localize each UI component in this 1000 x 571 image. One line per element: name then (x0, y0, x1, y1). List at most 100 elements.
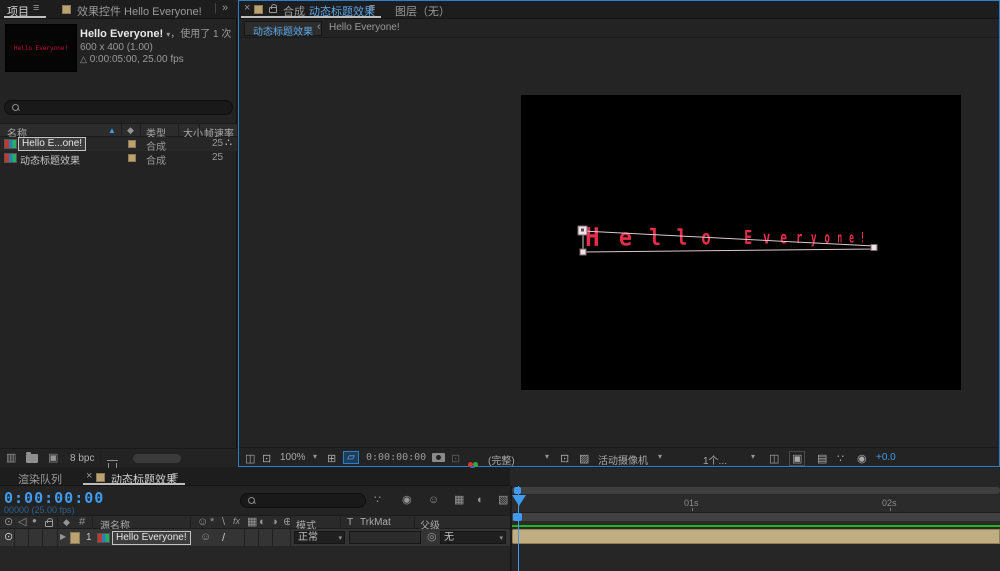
view-layout-value[interactable]: 1个... (703, 452, 727, 467)
viewer-back-icon[interactable]: ‹ (317, 22, 321, 33)
dependencies-icon: ∴ (225, 137, 232, 149)
layer-label-chip[interactable] (70, 532, 80, 544)
ruler-label-2s: 02s (882, 498, 897, 508)
active-camera-value[interactable]: 活动摄像机 (598, 452, 648, 467)
composition-mini-flowchart-icon[interactable]: ∵ (374, 495, 381, 506)
layer-shy-toggle-icon[interactable]: ☺ (200, 532, 211, 543)
quality-switch-icon: \ (222, 516, 226, 528)
composition-thumbnail[interactable]: Hello Everyone! (5, 24, 77, 72)
frame-blend-switch-icon: ▦ (247, 516, 258, 528)
transparency-grid-icon[interactable]: ▨ (579, 452, 589, 465)
viewer-tab-active[interactable]: 动态标题效果 (244, 21, 322, 38)
tab-effect-controls[interactable]: 效果控件 Hello Everyone! (77, 3, 202, 19)
magnification-dropdown-icon[interactable]: ▾ (313, 453, 317, 461)
frame-counter: 00000 (25.00 fps) (4, 505, 75, 515)
label-column-icon[interactable]: ◆ (127, 126, 134, 135)
camera-dropdown-icon[interactable]: ▾ (658, 453, 662, 461)
comp-delta-icon: △ (80, 54, 87, 64)
layer-video-icon[interactable]: ⊙ (4, 532, 13, 543)
time-navigator[interactable] (512, 487, 1000, 494)
motion-blur-switch-icon: ◐ (259, 516, 266, 528)
col-trkmat[interactable]: TrkMat (360, 517, 391, 528)
close-tab-icon[interactable]: × (244, 3, 250, 14)
layer-expand-icon[interactable]: ▶ (60, 533, 66, 541)
timeline-search[interactable] (240, 493, 366, 508)
main-viewer-icon[interactable]: ⊡ (262, 452, 271, 465)
composition-viewport[interactable]: Hello Everyone! (521, 95, 961, 390)
fast-previews-icon[interactable]: ▣ (789, 451, 806, 466)
parent-dropdown[interactable]: 无 ▾ (440, 531, 506, 544)
layer-duration-bar[interactable] (512, 529, 1000, 544)
sort-asc-icon[interactable]: ▲ (108, 126, 116, 135)
region-of-interest-icon[interactable]: ⊡ (560, 452, 569, 465)
work-area-bar[interactable] (512, 513, 1000, 521)
viewer-tab-row: 动态标题效果 ‹ Hello Everyone! (239, 19, 999, 38)
graph-editor-icon[interactable]: ▧ (498, 495, 508, 506)
panel-group-chip (254, 5, 263, 14)
layer-quality-icon[interactable]: / (222, 532, 225, 544)
composition-panel: × 合成 动态标题效果 ≡ 图层（无） 动态标题效果 ‹ Hello Every… (238, 0, 1000, 471)
after-effects-window: 项目 ≡ 效果控件 Hello Everyone! | » Hello Ever… (0, 0, 1000, 571)
trkmat-dropdown[interactable] (349, 531, 421, 544)
comp-current-time[interactable]: 0:00:00:00 (366, 452, 426, 463)
snapshot-icon[interactable] (432, 453, 445, 462)
view-layout-dropdown-icon[interactable]: ▾ (751, 453, 755, 461)
panel-overflow-icon[interactable]: » (222, 3, 228, 14)
number-column-icon: # (79, 516, 86, 528)
bit-depth-button[interactable]: 8 bpc (70, 453, 94, 464)
row-name[interactable]: 动态标题效果 (20, 152, 80, 167)
search-icon (12, 104, 19, 111)
parent-pick-whip-icon[interactable]: ◎ (427, 532, 437, 543)
live-update-icon[interactable]: ◉ (402, 495, 412, 506)
layer-name[interactable]: Hello Everyone! (112, 531, 191, 545)
comp-toolbar: ◫ ⊡ 100% ▾ ⊞ ▱ 0:00:00:00 ⊡ (完整) ▾ ⊡ ▨ 活… (239, 447, 999, 471)
timeline-menu-icon[interactable]: ≡ (172, 471, 178, 482)
close-tab-icon[interactable]: × (86, 471, 92, 482)
comp-panel-menu-icon[interactable]: ≡ (369, 3, 375, 14)
flowchart-button-icon[interactable]: ∵ (837, 452, 844, 465)
new-composition-icon[interactable]: ▣ (48, 453, 58, 464)
hide-shy-layers-icon[interactable]: ☺ (428, 495, 439, 506)
resolution-dropdown-icon[interactable]: ▾ (545, 453, 549, 461)
playhead-head[interactable] (512, 495, 526, 506)
row-type: 合成 (146, 156, 166, 167)
timeline-time-row: 0:00:00:00 00000 (25.00 fps) ∵ ◉ ☺ ▦ ◐ ▧ (0, 486, 510, 515)
table-row[interactable]: Hello E...one! 合成 25 ∴ (0, 137, 237, 153)
project-table-header: 名称 ▲ ◆ 类型 大小 帧速率 (0, 123, 237, 140)
show-snapshot-icon[interactable]: ⊡ (451, 452, 460, 465)
project-search[interactable] (4, 100, 233, 115)
resolution-value[interactable]: (完整) (488, 452, 515, 467)
label-color-chip[interactable] (128, 154, 136, 162)
row-name-selected[interactable]: Hello E...one! (18, 137, 87, 151)
pixel-aspect-correction-icon[interactable]: ◫ (769, 452, 779, 465)
table-row[interactable]: 动态标题效果 合成 25 (0, 151, 237, 167)
timeline-search-input[interactable] (261, 495, 359, 507)
dropdown-icon: ▾ (338, 535, 342, 542)
always-preview-icon[interactable]: ◫ (245, 452, 255, 465)
item-name[interactable]: Hello Everyone! (80, 28, 163, 40)
time-ruler[interactable]: 01s 02s (512, 495, 1000, 513)
tab-layer[interactable]: 图层（无） (395, 3, 450, 19)
interpret-footage-icon[interactable]: ▥ (6, 453, 16, 464)
mask-visibility-button[interactable]: ▱ (343, 451, 359, 464)
frame-blending-icon[interactable]: ▦ (454, 495, 464, 506)
new-folder-icon[interactable] (26, 452, 38, 463)
layer-row[interactable]: ⊙ ▶ 1 Hello Everyone! ☺ / 正常 ▾ ◎ 无 ▾ (0, 529, 510, 547)
reset-exposure-icon[interactable]: ◉ (857, 452, 867, 465)
tab-render-queue[interactable]: 渲染队列 (18, 471, 62, 487)
viewer-tab-other[interactable]: Hello Everyone! (329, 22, 400, 33)
col-t[interactable]: T (347, 517, 353, 528)
grid-guides-icon[interactable]: ⊞ (327, 452, 336, 465)
viewer-lock-icon[interactable] (269, 4, 277, 13)
project-hscrollbar[interactable] (133, 454, 181, 463)
motion-blur-icon[interactable]: ◐ (477, 495, 484, 506)
blend-mode-dropdown[interactable]: 正常 ▾ (294, 531, 345, 544)
label-color-chip[interactable] (128, 140, 136, 148)
timeline-button-icon[interactable]: ▤ (817, 452, 827, 465)
track-area: 01s 02s (512, 486, 1000, 571)
layer-selection-outline (577, 225, 878, 256)
exposure-value[interactable]: +0.0 (876, 452, 896, 463)
project-search-input[interactable] (25, 102, 225, 114)
project-panel-menu-icon[interactable]: ≡ (33, 3, 39, 14)
magnification-value[interactable]: 100% (280, 452, 306, 463)
